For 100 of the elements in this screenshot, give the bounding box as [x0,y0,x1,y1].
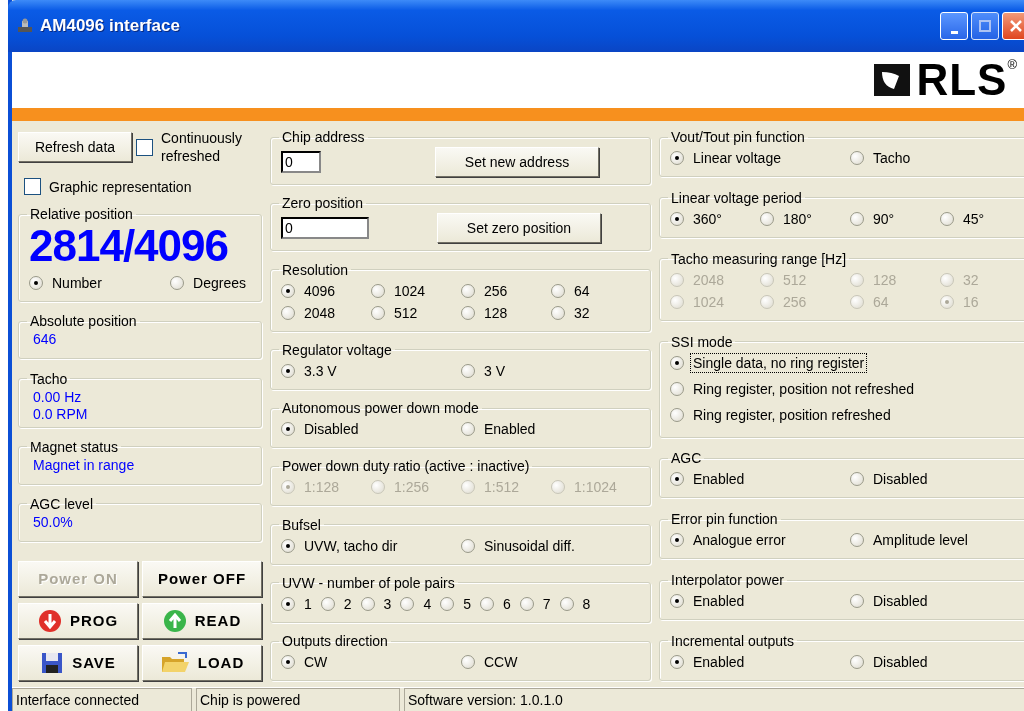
radio-label: 1:128 [303,478,341,498]
radio-button[interactable] [281,422,295,436]
checkbox-label: Graphic representation [49,178,192,195]
radio-button[interactable] [400,596,415,611]
radio-button[interactable] [320,596,335,611]
radio-button[interactable] [551,283,565,298]
radio-button[interactable] [850,151,864,165]
group-title: Resolution [281,261,350,278]
radio-label: 2 [342,594,353,614]
radio-button[interactable] [281,305,295,320]
radio-button[interactable] [670,594,684,609]
radio-button[interactable] [850,472,864,487]
minimize-button[interactable] [940,12,968,40]
action-button[interactable]: Power OFF [142,561,262,597]
action-button[interactable]: SAVE [18,645,138,681]
radio-button[interactable] [371,283,385,298]
set-button[interactable]: Set zero position [437,213,601,244]
action-button[interactable]: PROG [18,603,138,639]
radio-label: 2048 [692,270,726,290]
radio-label: 1024 [692,292,726,312]
radio-button[interactable] [461,283,475,298]
radio-label: Disabled [303,420,360,439]
radio-button[interactable] [670,211,684,226]
checkbox[interactable] [136,138,153,156]
radio-button[interactable] [670,151,684,165]
refresh-button[interactable]: Refresh data [18,132,132,162]
maximize-button[interactable] [971,12,999,40]
radio-label: Analogue error [692,531,787,551]
group-title: Chip address [281,129,366,145]
radio-button[interactable] [170,276,185,291]
radio-button[interactable] [281,655,295,669]
group-title: Absolute position [29,313,138,330]
text-field[interactable]: 0 [281,217,369,240]
radio-button[interactable] [559,596,574,611]
radio-button[interactable] [281,538,295,553]
radio-button[interactable] [461,305,475,320]
action-button[interactable]: LOAD [142,645,262,681]
radio-button[interactable] [940,211,954,226]
radio-button[interactable] [670,381,684,396]
radio-button[interactable] [850,654,864,669]
radio-button[interactable] [461,363,475,378]
radio-label: 4096 [303,281,337,301]
radio-label: Tacho [872,149,912,168]
radio-label: 32 [573,303,591,323]
radio-label: 1024 [393,281,427,301]
radio-button[interactable] [281,363,295,378]
radio-label: Disabled [872,652,929,672]
radio-label: 1:256 [393,478,431,498]
group-title: Bufsel [281,516,322,533]
radio-label: 7 [541,594,552,614]
group-title: Relative position [29,206,134,223]
action-button[interactable]: READ [142,603,262,639]
radio-button[interactable] [670,355,684,370]
radio-label: 512 [393,303,419,323]
close-button[interactable] [1002,12,1024,40]
radio-button[interactable] [850,533,864,548]
radio-label: 1 [303,594,313,614]
radio-button[interactable] [670,654,684,669]
radio-button[interactable] [440,596,455,611]
radio-button[interactable] [461,655,475,669]
text-field[interactable]: 0 [281,151,321,173]
app-icon [16,17,34,35]
folder-icon [159,651,190,675]
radio-button[interactable] [519,596,534,611]
radio-button[interactable] [360,596,375,611]
radio-label: 64 [872,292,890,312]
radio-label: CCW [483,653,519,672]
radio-button[interactable] [480,596,494,611]
radio-button[interactable] [850,594,864,609]
radio-button[interactable] [551,305,565,320]
radio-button[interactable] [281,596,295,611]
radio-label: 8 [581,594,592,614]
radio-label: 16 [962,292,980,312]
radio-label: 32 [962,270,980,290]
radio-button[interactable] [850,211,864,226]
set-button[interactable]: Set new address [435,147,599,177]
radio-button[interactable] [371,305,385,320]
radio-button[interactable] [670,472,684,487]
radio-label: Enabled [692,592,746,612]
radio-button[interactable] [461,422,475,436]
value-text: 0.00 Hz [32,387,83,406]
group-title: Error pin function [670,511,779,528]
radio-button[interactable] [760,211,774,226]
radio-label: 90° [872,209,896,229]
group-title: Tacho measuring range [Hz] [670,250,848,267]
checkbox[interactable] [24,178,41,196]
radio-button[interactable] [670,533,684,548]
radio-label: Disabled [872,470,929,490]
radio-label: Sinusoidal diff. [483,536,576,556]
group-title: UVW - number of pole pairs [281,574,456,591]
radio-label: 6 [502,594,512,614]
radio-button[interactable] [29,276,43,291]
value-text: Magnet in range [32,455,136,474]
checkbox-label: Continuously refreshed [161,129,243,165]
status-text: Interface connected [12,688,192,711]
radio-label: Ring register, position not refreshed [692,379,915,399]
radio-button[interactable] [670,407,684,422]
radio-button[interactable] [461,538,475,553]
radio-label: 1:1024 [573,478,618,498]
radio-button[interactable] [281,283,295,298]
